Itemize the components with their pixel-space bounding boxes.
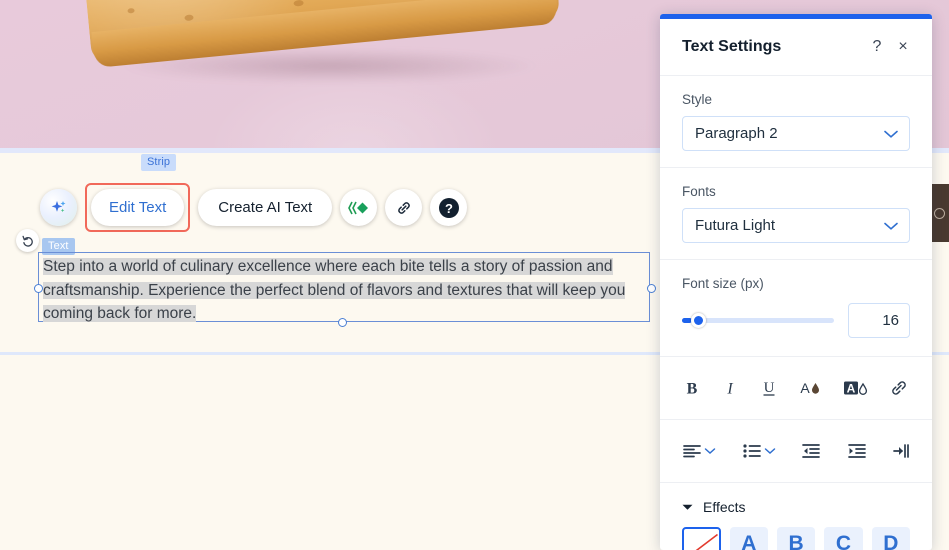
chevron-down-icon	[883, 129, 899, 139]
style-section: Style Paragraph 2	[660, 76, 932, 168]
text-element-box[interactable]: Step into a world of culinary excellence…	[34, 252, 656, 327]
panel-close-button[interactable]: ×	[890, 34, 916, 60]
undo-icon	[21, 234, 35, 248]
highlight-color-button[interactable]: A	[842, 378, 870, 398]
style-select-value: Paragraph 2	[695, 125, 778, 142]
text-element-content[interactable]: Step into a world of culinary excellence…	[39, 253, 649, 326]
chevron-down-icon	[764, 447, 776, 455]
chevron-down-icon	[704, 447, 716, 455]
resize-handle-left[interactable]	[34, 284, 43, 293]
font-select[interactable]: Futura Light	[682, 208, 910, 243]
panel-help-button[interactable]: ?	[864, 34, 890, 60]
effect-swatch-a[interactable]: A	[729, 527, 768, 550]
font-size-input[interactable]: 16	[848, 303, 910, 338]
caret-down-icon	[682, 503, 693, 511]
selected-text-line-1: Step into a world of culinary excellence…	[43, 258, 613, 275]
ai-sparkle-button[interactable]	[40, 189, 77, 226]
strip-badge[interactable]: Strip	[141, 154, 177, 171]
resize-handle-right[interactable]	[647, 284, 656, 293]
effect-swatch-c[interactable]: C	[824, 527, 863, 550]
outdent-button[interactable]	[801, 443, 821, 459]
italic-button[interactable]: I	[720, 378, 740, 398]
font-select-value: Futura Light	[695, 217, 776, 234]
style-label: Style	[682, 92, 713, 107]
style-select[interactable]: Paragraph 2	[682, 116, 910, 151]
indent-button[interactable]	[847, 443, 867, 459]
drag-handle-icon	[934, 207, 945, 219]
link-button[interactable]	[385, 189, 423, 226]
fonts-section: Fonts Futura Light	[660, 168, 932, 260]
element-toolbar[interactable]: Edit Text Create AI Text ?	[40, 183, 468, 232]
font-size-label: Font size (px)	[682, 276, 764, 291]
panel-header: Text Settings ? ×	[660, 19, 932, 76]
effects-swatches: A B C D	[660, 523, 932, 550]
svg-text:I: I	[727, 381, 734, 398]
svg-text:U: U	[763, 380, 774, 396]
chevron-down-icon	[883, 221, 899, 231]
undo-button[interactable]	[16, 229, 39, 252]
align-button[interactable]	[682, 443, 716, 459]
effects-header[interactable]: Effects	[660, 483, 932, 523]
character-format-row: B I U A A	[660, 357, 932, 420]
edit-text-button[interactable]: Edit Text	[91, 189, 185, 226]
list-button[interactable]	[742, 443, 776, 459]
effects-title: Effects	[703, 499, 746, 515]
fonts-label: Fonts	[682, 184, 716, 199]
paragraph-format-row	[660, 420, 932, 483]
font-size-section: Font size (px) 16	[660, 260, 932, 357]
underline-button[interactable]: U	[759, 378, 779, 398]
selected-text-line-3: coming back for more.	[43, 305, 197, 322]
text-color-button[interactable]: A	[797, 378, 823, 398]
help-icon: ?	[438, 197, 460, 219]
text-direction-button[interactable]	[892, 443, 910, 459]
link-format-button[interactable]	[888, 378, 910, 398]
svg-text:A: A	[846, 382, 855, 396]
screen: Strip Edit Text Create AI Text ? Text St…	[0, 0, 949, 550]
effect-swatch-b[interactable]: B	[776, 527, 816, 550]
panel-title: Text Settings	[682, 38, 782, 55]
selected-text-line-2: craftsmanship. Experience the perfect bl…	[43, 281, 626, 299]
animation-button[interactable]	[340, 189, 378, 226]
text-settings-panel[interactable]: Text Settings ? × Style Paragraph 2 Font…	[660, 14, 932, 550]
no-effect-icon	[689, 533, 719, 550]
resize-handle-bottom[interactable]	[338, 318, 347, 327]
help-button[interactable]: ?	[430, 189, 468, 226]
svg-text:B: B	[687, 381, 698, 398]
svg-text:A: A	[801, 380, 811, 396]
svg-text:?: ?	[445, 201, 453, 216]
animation-icon	[347, 201, 370, 215]
panel-drag-handle[interactable]	[930, 184, 949, 242]
bold-button[interactable]: B	[682, 378, 702, 398]
cookie-image	[76, 0, 561, 80]
sparkle-icon	[49, 198, 68, 217]
link-icon	[395, 199, 413, 217]
create-ai-text-button[interactable]: Create AI Text	[198, 189, 333, 226]
effect-swatch-d[interactable]: D	[871, 527, 910, 550]
edit-text-highlight: Edit Text	[85, 183, 191, 232]
effect-swatch-none[interactable]	[682, 527, 721, 550]
font-size-slider[interactable]	[682, 312, 834, 330]
slider-thumb[interactable]	[691, 313, 706, 328]
